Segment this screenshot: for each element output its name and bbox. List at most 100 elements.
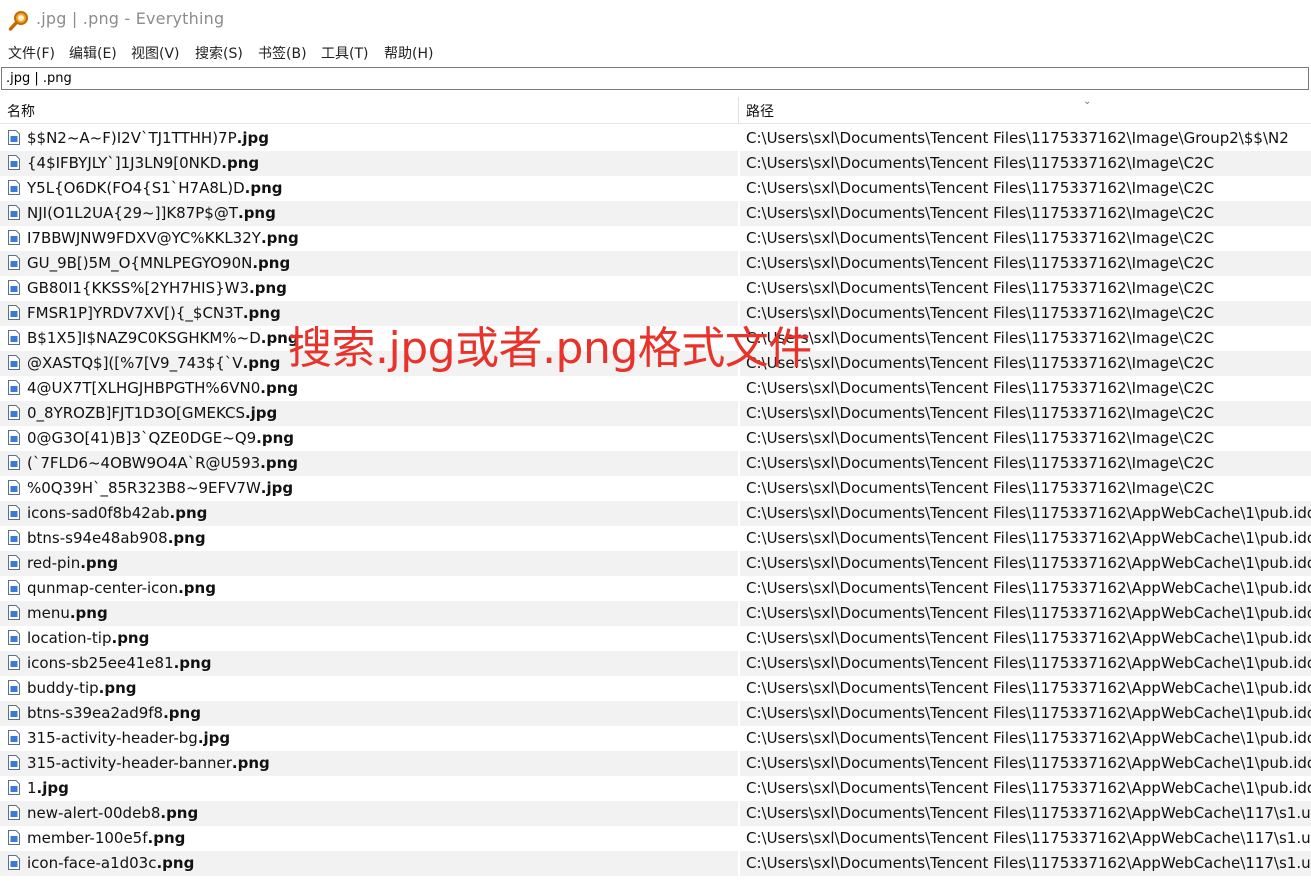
table-row[interactable]: B$1X5]I$NAZ9C0KSGHKM%~D.png C:\Users\sxl\… — [0, 326, 1311, 351]
column-separator — [738, 726, 740, 751]
column-separator — [738, 301, 740, 326]
file-base: member-100e5f — [27, 829, 148, 847]
column-name-header[interactable]: 名称 — [7, 101, 35, 121]
table-row[interactable]: new-alert-00deb8.png C:\Users\sxl\Documen… — [0, 801, 1311, 826]
table-row[interactable]: I7BBWJNW9FDXV@YC%KKL32Y.png C:\Users\sxl\… — [0, 226, 1311, 251]
image-file-icon — [8, 580, 20, 595]
file-ext: .png — [242, 304, 281, 322]
search-input[interactable] — [1, 67, 1309, 90]
file-base: qunmap-center-icon — [27, 579, 179, 597]
results-list: $$N2~A~F)I2V`TJ1TTHH)7P.jpg C:\Users\sxl\… — [0, 126, 1311, 876]
file-base: menu — [27, 604, 70, 622]
file-ext: .png — [256, 429, 295, 447]
file-base: I7BBWJNW9FDXV@YC%KKL32Y — [27, 229, 261, 247]
image-file-icon — [8, 680, 20, 695]
image-file-icon — [8, 280, 20, 295]
image-file-icon — [8, 155, 20, 170]
table-row[interactable]: 315-activity-header-banner.png C:\Users\s… — [0, 751, 1311, 776]
file-base: B$1X5]I$NAZ9C0KSGHKM%~D — [27, 329, 261, 347]
file-ext: .png — [221, 154, 260, 172]
menu-view[interactable]: 视图(V) — [131, 43, 180, 63]
file-base: 1 — [27, 779, 37, 797]
table-row[interactable]: member-100e5f.png C:\Users\sxl\Documents\… — [0, 826, 1311, 851]
file-path: C:\Users\sxl\Documents\Tencent Files\117… — [746, 754, 1311, 772]
column-separator — [738, 776, 740, 801]
magnifier-icon — [8, 11, 28, 31]
table-row[interactable]: GU_9B[)5M_O{MNLPEGYO90N.png C:\Users\sxl\… — [0, 251, 1311, 276]
file-base: 315-activity-header-bg — [27, 729, 198, 747]
table-row[interactable]: icons-sad0f8b42ab.png C:\Users\sxl\Docume… — [0, 501, 1311, 526]
column-header: 名称 ⌄ 路径 — [0, 96, 1311, 124]
file-ext: .png — [242, 354, 281, 372]
column-separator — [738, 851, 740, 876]
table-row[interactable]: location-tip.png C:\Users\sxl\Documents\T… — [0, 626, 1311, 651]
file-ext: .png — [231, 754, 270, 772]
file-name: NJI(O1L2UA{29~]]K87P$@T.png — [27, 204, 276, 222]
table-row[interactable]: btns-s94e48ab908.png C:\Users\sxl\Documen… — [0, 526, 1311, 551]
menu-search[interactable]: 搜索(S) — [195, 43, 243, 63]
table-row[interactable]: %0Q39H`_85R323B8~9EFV7W.jpg C:\Users\sxl\… — [0, 476, 1311, 501]
file-base: {4$IFBYJLY`]1J3LN9[0NKD — [27, 154, 222, 172]
column-path-header[interactable]: 路径 — [746, 101, 774, 121]
table-row[interactable]: FMSR1P]YRDV7XV[){_$CN3T.png C:\Users\sxl\… — [0, 301, 1311, 326]
table-row[interactable]: 0_8YROZB]FJT1D3O[GMEKCS.jpg C:\Users\sxl\… — [0, 401, 1311, 426]
image-file-icon — [8, 130, 20, 145]
column-separator — [738, 676, 740, 701]
menu-bookmarks[interactable]: 书签(B) — [258, 43, 307, 63]
file-base: Y5L{O6DK(FO4{S1`H7A8L)D — [27, 179, 245, 197]
file-base: location-tip — [27, 629, 112, 647]
column-separator — [738, 351, 740, 376]
column-separator — [738, 426, 740, 451]
table-row[interactable]: 1.jpg C:\Users\sxl\Documents\Tencent File… — [0, 776, 1311, 801]
file-name: member-100e5f.png — [27, 829, 185, 847]
file-base: (`7FLD6~4OBW9O4A`R@U593 — [27, 454, 261, 472]
sort-chevron-icon: ⌄ — [1083, 96, 1092, 107]
window-title: .jpg | .png - Everything — [36, 9, 225, 28]
table-row[interactable]: {4$IFBYJLY`]1J3LN9[0NKD.png C:\Users\sxl\… — [0, 151, 1311, 176]
table-row[interactable]: icon-face-a1d03c.png C:\Users\sxl\Documen… — [0, 851, 1311, 876]
table-row[interactable]: btns-s39ea2ad9f8.png C:\Users\sxl\Documen… — [0, 701, 1311, 726]
table-row[interactable]: 0@G3O[41)B]3`QZE0DGE~Q9.png C:\Users\sxl\… — [0, 426, 1311, 451]
file-path: C:\Users\sxl\Documents\Tencent Files\117… — [746, 804, 1311, 822]
file-path: C:\Users\sxl\Documents\Tencent Files\117… — [746, 629, 1311, 647]
image-file-icon — [8, 455, 20, 470]
file-name: location-tip.png — [27, 629, 149, 647]
file-path: C:\Users\sxl\Documents\Tencent Files\117… — [746, 229, 1215, 247]
table-row[interactable]: red-pin.png C:\Users\sxl\Documents\Tencen… — [0, 551, 1311, 576]
table-row[interactable]: 315-activity-header-bg.jpg C:\Users\sxl\D… — [0, 726, 1311, 751]
file-ext: .png — [178, 579, 216, 597]
table-row[interactable]: $$N2~A~F)I2V`TJ1TTHH)7P.jpg C:\Users\sxl\… — [0, 126, 1311, 151]
table-row[interactable]: NJI(O1L2UA{29~]]K87P$@T.png C:\Users\sxl\… — [0, 201, 1311, 226]
file-name: FMSR1P]YRDV7XV[){_$CN3T.png — [27, 304, 281, 322]
menu-file[interactable]: 文件(F) — [8, 43, 55, 63]
file-base: buddy-tip — [27, 679, 99, 697]
image-file-icon — [8, 555, 20, 570]
table-row[interactable]: GB80I1{KKSS%[2YH7HIS}W3.png C:\Users\sxl\… — [0, 276, 1311, 301]
menu-help[interactable]: 帮助(H) — [384, 43, 433, 63]
file-name: icon-face-a1d03c.png — [27, 854, 194, 872]
file-name: icons-sad0f8b42ab.png — [27, 504, 207, 522]
file-ext: .png — [167, 529, 206, 547]
table-row[interactable]: Y5L{O6DK(FO4{S1`H7A8L)D.png C:\Users\sxl\… — [0, 176, 1311, 201]
file-path: C:\Users\sxl\Documents\Tencent Files\117… — [746, 529, 1311, 547]
file-base: 315-activity-header-banner — [27, 754, 232, 772]
file-name: red-pin.png — [27, 554, 118, 572]
menu-edit[interactable]: 编辑(E) — [69, 43, 117, 63]
table-row[interactable]: 4@UX7T[XLHGJHBPGTH%6VN0.png C:\Users\sxl\… — [0, 376, 1311, 401]
image-file-icon — [8, 180, 20, 195]
table-row[interactable]: buddy-tip.png C:\Users\sxl\Documents\Tenc… — [0, 676, 1311, 701]
table-row[interactable]: menu.png C:\Users\sxl\Documents\Tencent F… — [0, 601, 1311, 626]
menu-tools[interactable]: 工具(T) — [321, 43, 368, 63]
file-name: icons-sb25ee41e81.png — [27, 654, 211, 672]
table-row[interactable]: @XASTQ$]([%7[V9_743${`V.png C:\Users\sxl\… — [0, 351, 1311, 376]
file-ext: .png — [260, 229, 299, 247]
file-base: btns-s94e48ab908 — [27, 529, 168, 547]
column-divider[interactable] — [738, 97, 739, 123]
image-file-icon — [8, 805, 20, 820]
file-name: btns-s94e48ab908.png — [27, 529, 206, 547]
column-separator — [738, 326, 740, 351]
table-row[interactable]: qunmap-center-icon.png C:\Users\sxl\Docum… — [0, 576, 1311, 601]
table-row[interactable]: (`7FLD6~4OBW9O4A`R@U593.png C:\Users\sxl\… — [0, 451, 1311, 476]
column-separator — [738, 401, 740, 426]
table-row[interactable]: icons-sb25ee41e81.png C:\Users\sxl\Docume… — [0, 651, 1311, 676]
